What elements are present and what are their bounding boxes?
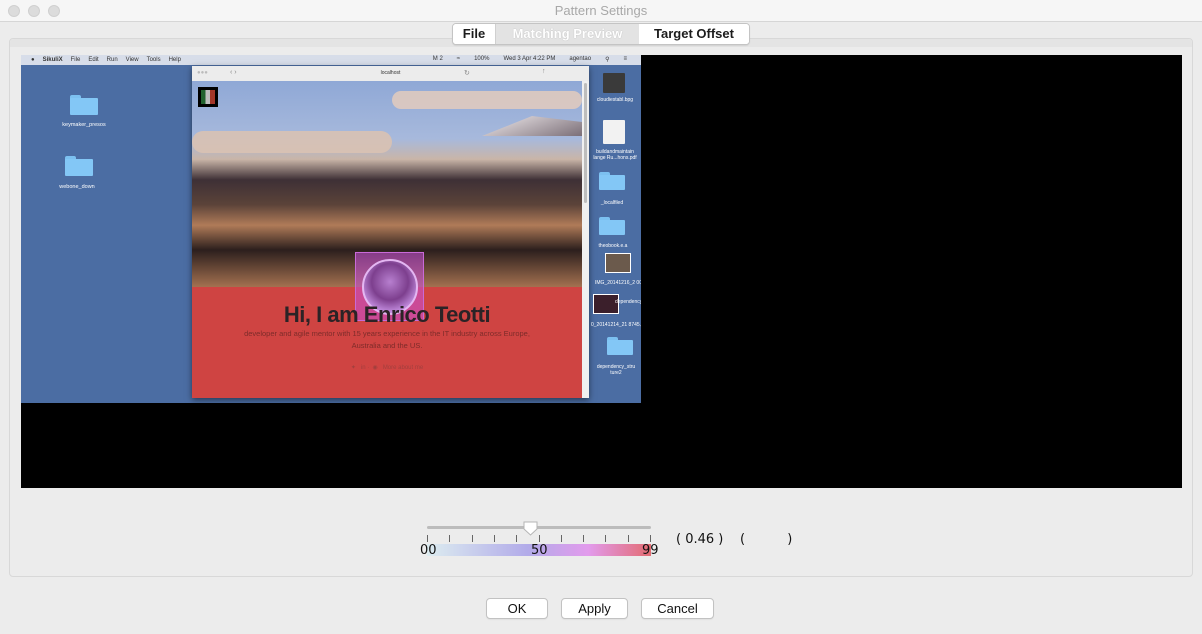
desktop-icon-label: IMG_20141216_2 0001.jpg [595, 280, 641, 286]
desktop-icon-label: cloudiestabl.bpg [596, 97, 634, 103]
slider-tick [493, 535, 495, 542]
pdf-file-icon [603, 120, 625, 144]
slider-tick [650, 535, 651, 542]
desktop-icon-label: dependency_stru ture2 [596, 364, 636, 376]
menubar-status: M 2 ≈ 100% Wed 3 Apr 4:22 PM agentao ⚲ ≡ [433, 56, 635, 63]
page-subline: developer and agile mentor with 15 years… [244, 329, 530, 350]
github-icon: ◉ [372, 365, 378, 371]
tab-file[interactable]: File [453, 24, 496, 44]
slider-tick [560, 535, 562, 542]
menu-item: View [125, 57, 139, 63]
status-item: agentao [569, 56, 592, 62]
slider-tick [427, 535, 428, 542]
window-title: Pattern Settings [554, 3, 648, 18]
slider-tick [538, 535, 540, 542]
desktop-icon-label: 0_20141214_21 8745.jpg [591, 322, 641, 328]
menu-item: Edit [88, 57, 99, 63]
wifi-icon: ≈ [456, 56, 461, 62]
mountain-peak [482, 116, 582, 136]
share-icon: ↑ [542, 68, 546, 75]
menu-item: File [70, 57, 81, 63]
match-count-display: ( ) [740, 532, 793, 547]
desktop-right-icons: cloudiestabl.bpg buildandmaintain lange … [591, 67, 641, 403]
reload-icon: ↻ [464, 70, 470, 77]
slider-thumb[interactable] [523, 521, 538, 536]
scale-mid-label: 50 [531, 543, 548, 558]
mac-menubar: ● SikuliX File Edit Run View Tools Help … [21, 55, 641, 65]
desktop-icon-label: webone_down [59, 184, 95, 190]
flag-icon [198, 87, 218, 107]
folder-icon [599, 172, 625, 190]
slider-tick [605, 535, 607, 542]
similarity-score: ( 0.46 ) [676, 532, 724, 547]
menu-item: Tools [146, 57, 161, 63]
apple-icon: ● [31, 57, 35, 63]
tab-matching-preview[interactable]: Matching Preview [496, 24, 639, 44]
status-item: 100% [474, 56, 490, 62]
tab-bar: File Matching Preview Target Offset [452, 23, 750, 45]
ok-button[interactable]: OK [486, 598, 548, 619]
slider-tick [471, 535, 473, 542]
search-icon: ⚲ [605, 57, 610, 63]
browser-toolbar: ●●● ‹ › localhost ↻ ↑ [192, 66, 589, 82]
scale-min-label: 00 [420, 543, 437, 558]
twitter-icon: ✦ [350, 365, 356, 371]
slider-track[interactable] [427, 526, 651, 529]
slider-ticks [427, 535, 651, 543]
tab-target-offset[interactable]: Target Offset [639, 24, 749, 44]
browser-window: ●●● ‹ › localhost ↻ ↑ Hi, I am Enrico Te… [192, 66, 589, 398]
scale-max-label: 99 [642, 543, 659, 558]
browser-scrollbar [582, 81, 589, 398]
url-field: localhost [380, 70, 401, 76]
matching-preview-image: ● SikuliX File Edit Run View Tools Help … [21, 55, 1182, 488]
slider-tick [516, 535, 518, 542]
title-bar: Pattern Settings [0, 0, 1202, 22]
page-headline: Hi, I am Enrico Teotti [283, 302, 491, 327]
folder-icon [70, 95, 98, 115]
slider-tick [627, 535, 629, 542]
status-item: M 2 [432, 56, 443, 62]
cloud [392, 91, 582, 109]
desktop-icon-label: dependency_struc [615, 299, 641, 305]
folder-icon [65, 156, 93, 176]
screenshot-desktop: ● SikuliX File Edit Run View Tools Help … [21, 55, 641, 403]
slider-tick [583, 535, 585, 542]
social-links: ✦ in · ◉ More about me [350, 365, 424, 371]
menu-item: SikuliX [42, 57, 63, 63]
image-file-icon [603, 73, 625, 93]
apply-button[interactable]: Apply [561, 598, 628, 619]
desktop-icon-label: _localfiled [600, 200, 624, 206]
folder-icon [599, 217, 625, 235]
linkedin-icon: in [360, 365, 366, 371]
more-about-link: More about me [382, 365, 424, 371]
folder-icon [607, 337, 633, 355]
menu-item: Run [106, 57, 118, 63]
desktop-icon-label: keymaker_presos [62, 122, 106, 128]
cancel-button[interactable]: Cancel [641, 598, 714, 619]
desktop-icon-label: theobook.e.a [598, 243, 628, 249]
photo-icon [605, 253, 631, 273]
cloud [192, 131, 392, 153]
slider-tick [449, 535, 451, 542]
list-icon: ≡ [623, 56, 627, 62]
menu-item: Help [168, 57, 181, 63]
desktop-icon-label: buildandmaintain lange Ru...hons.pdf [593, 149, 637, 161]
status-item: Wed 3 Apr 4:22 PM [503, 56, 556, 62]
